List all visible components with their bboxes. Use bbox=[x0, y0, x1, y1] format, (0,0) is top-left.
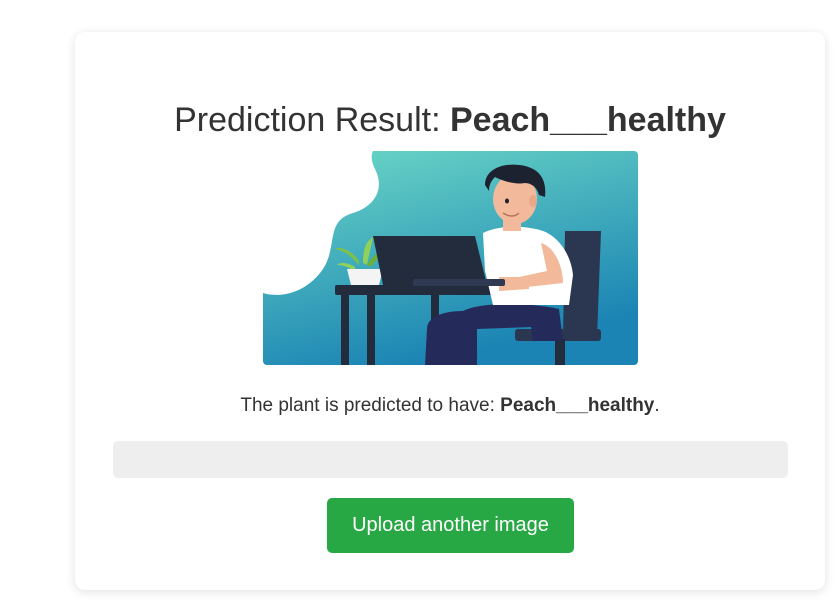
prediction-description: The plant is predicted to have: Peach___… bbox=[75, 394, 825, 418]
description-prefix: The plant is predicted to have: bbox=[240, 395, 501, 416]
title-prefix: Prediction Result: bbox=[174, 101, 450, 139]
description-label: Peach___healthy bbox=[500, 395, 655, 416]
prediction-label: Peach___healthy bbox=[449, 101, 726, 139]
result-card: Prediction Result: Peach___healthy The p… bbox=[75, 32, 825, 590]
description-suffix: . bbox=[654, 395, 660, 416]
page-title: Prediction Result: Peach___healthy bbox=[75, 100, 825, 140]
person-at-laptop-illustration bbox=[263, 151, 638, 365]
upload-another-image-button[interactable]: Upload another image bbox=[327, 498, 574, 553]
empty-info-bar bbox=[113, 441, 788, 478]
